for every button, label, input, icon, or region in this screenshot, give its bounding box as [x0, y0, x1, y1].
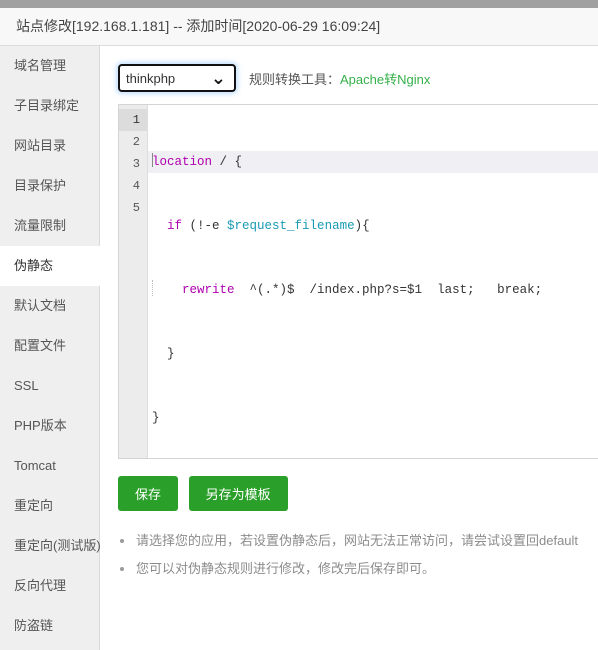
code-line[interactable]: rewrite ^(.*)$ /index.php?s=$1 last; bre… — [148, 279, 598, 301]
code-token-indent — [152, 283, 182, 297]
sidebar-item-php-version[interactable]: PHP版本 — [0, 406, 99, 446]
sidebar-item-redirect[interactable]: 重定向 — [0, 486, 99, 526]
code-token-plain: } — [152, 411, 160, 425]
code-line[interactable]: if (!-e $request_filename){ — [148, 215, 598, 237]
sidebar-item-rewrite[interactable]: 伪静态 — [0, 246, 100, 286]
code-line[interactable]: location / { — [148, 151, 598, 173]
code-token-plain: ^(.*)$ /index.php?s=$1 last; break; — [234, 283, 543, 297]
editor-code-area[interactable]: location / { if (!-e $request_filename){… — [148, 105, 598, 458]
note-item: 您可以对伪静态规则进行修改，修改完后保存即可。 — [118, 555, 598, 583]
sidebar-item-traffic-limit[interactable]: 流量限制 — [0, 206, 99, 246]
save-as-template-button[interactable]: 另存为模板 — [188, 476, 288, 511]
line-number: 4 — [132, 179, 140, 193]
sidebar-item-site-directory[interactable]: 网站目录 — [0, 126, 99, 166]
code-token-keyword: location — [152, 155, 213, 169]
code-line[interactable]: } — [148, 407, 598, 429]
code-line[interactable]: } — [148, 343, 598, 365]
sidebar-item-default-document[interactable]: 默认文档 — [0, 286, 99, 326]
sidebar-item-domain-management[interactable]: 域名管理 — [0, 46, 99, 86]
window-top-strip — [0, 0, 598, 8]
converter-label: 规则转换工具： — [249, 71, 341, 87]
button-row: 保存 另存为模板 — [118, 476, 598, 511]
code-token-plain: (!-e — [182, 219, 228, 233]
code-token-variable: $request_filename — [227, 219, 355, 233]
sidebar-item-ssl[interactable]: SSL — [0, 366, 99, 406]
app-select[interactable]: thinkphp — [118, 64, 236, 92]
editor-gutter: 1 2 3 4 5 — [119, 105, 148, 458]
save-button[interactable]: 保存 — [118, 476, 179, 511]
line-number: 2 — [132, 135, 140, 149]
sidebar-item-redirect-beta[interactable]: 重定向(测试版) — [0, 526, 101, 566]
line-number: 1 — [119, 109, 147, 131]
dialog-body: 域名管理 子目录绑定 网站目录 目录保护 流量限制 伪静态 默认文档 配置文件 … — [0, 46, 598, 650]
dialog-title: 站点修改[192.168.1.181] -- 添加时间[2020-06-29 1… — [0, 8, 598, 46]
apache-to-nginx-link[interactable]: Apache转Nginx — [340, 69, 430, 88]
sidebar-item-tomcat[interactable]: Tomcat — [0, 446, 99, 486]
code-token-indent — [152, 219, 167, 233]
code-token-plain: ){ — [354, 219, 370, 233]
code-token-plain: } — [152, 347, 175, 361]
note-item: 请选择您的应用，若设置伪静态后，网站无法正常访问，请尝试设置回default — [118, 527, 598, 555]
code-token-keyword: rewrite — [182, 283, 235, 297]
rewrite-rule-editor[interactable]: 1 2 3 4 5 location / { if (!-e $request_… — [118, 104, 598, 459]
main-panel: thinkphp ⌄ 规则转换工具： Apache转Nginx 1 2 3 4 … — [100, 46, 598, 650]
code-token-keyword: if — [167, 219, 183, 233]
line-number: 3 — [132, 157, 140, 171]
sidebar: 域名管理 子目录绑定 网站目录 目录保护 流量限制 伪静态 默认文档 配置文件 … — [0, 46, 101, 650]
sidebar-item-directory-protection[interactable]: 目录保护 — [0, 166, 99, 206]
sidebar-item-config-file[interactable]: 配置文件 — [0, 326, 99, 366]
sidebar-item-reverse-proxy[interactable]: 反向代理 — [0, 566, 99, 606]
code-token-plain: / { — [212, 155, 243, 169]
toolbar-row: thinkphp ⌄ 规则转换工具： Apache转Nginx — [100, 46, 598, 104]
sidebar-item-subdirectory-binding[interactable]: 子目录绑定 — [0, 86, 99, 126]
app-select-wrapper: thinkphp ⌄ — [118, 64, 236, 92]
sidebar-item-anti-leech[interactable]: 防盗链 — [0, 606, 99, 646]
line-number: 5 — [132, 201, 140, 215]
notes-list: 请选择您的应用，若设置伪静态后，网站无法正常访问，请尝试设置回default 您… — [118, 527, 598, 583]
